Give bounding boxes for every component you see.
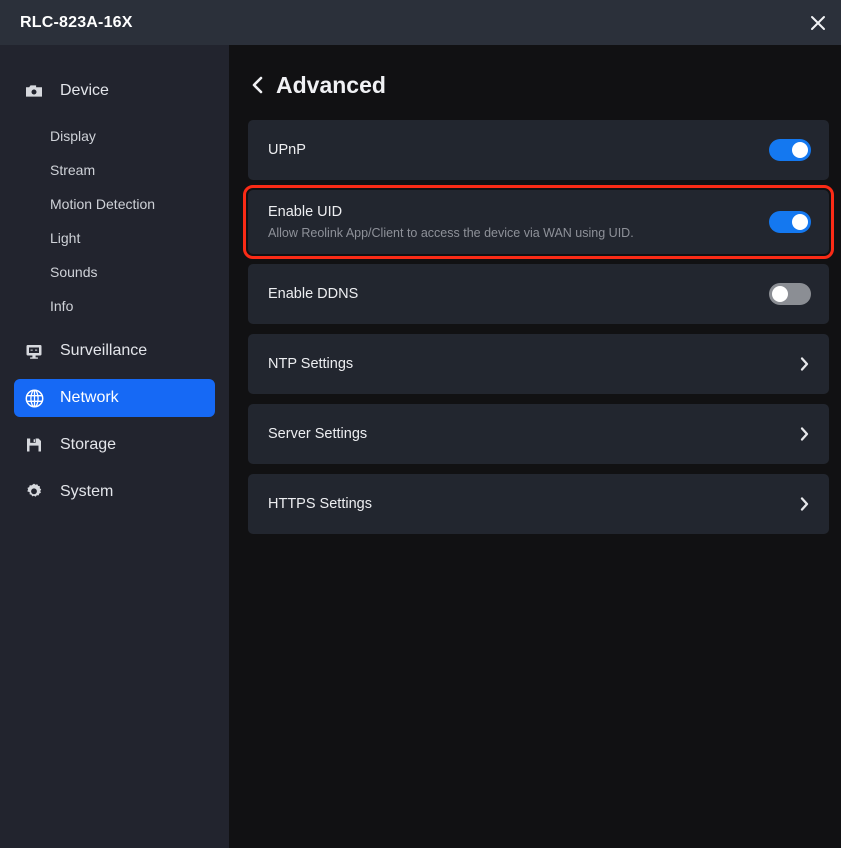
chevron-right-icon[interactable]: [797, 356, 811, 372]
sidebar-group-storage: Storage: [0, 426, 229, 464]
sidebar-item-storage[interactable]: Storage: [14, 426, 215, 464]
sidebar-item-network[interactable]: Network: [14, 379, 215, 417]
chevron-right-icon[interactable]: [797, 426, 811, 442]
sidebar-nav: Device Display Stream Motion Detection Light…: [0, 72, 229, 511]
row-text-block: NTP Settings: [268, 356, 797, 372]
row-label: Enable UID: [268, 204, 343, 220]
settings-row-server-settings[interactable]: Server Settings: [248, 404, 829, 464]
sidebar-group-device: Device Display Stream Motion Detection Light…: [0, 72, 229, 323]
close-icon: [811, 15, 825, 30]
sidebar: Device Display Stream Motion Detection Light…: [0, 45, 229, 848]
page-title: Advanced: [276, 71, 386, 98]
sidebar-subitem-stream[interactable]: Stream: [0, 153, 229, 187]
main-content: Advanced UPnP Enable UID Allow Reolink App…: [229, 45, 841, 848]
sidebar-subitem-info[interactable]: Info: [0, 289, 229, 323]
toggle-switch[interactable]: [769, 283, 811, 305]
toggle-knob: [792, 142, 808, 158]
gear-icon: [22, 480, 46, 504]
toggle-switch[interactable]: [769, 211, 811, 233]
sidebar-subitem-motion-detection[interactable]: Motion Detection: [0, 187, 229, 221]
settings-row-upnp[interactable]: UPnP: [248, 120, 829, 180]
toggle-knob: [792, 214, 808, 230]
sidebar-item-surveillance[interactable]: Surveillance: [14, 332, 215, 370]
sidebar-subitem-display[interactable]: Display: [0, 119, 229, 153]
sidebar-item-label: Device: [60, 82, 109, 99]
sidebar-item-label: Surveillance: [60, 342, 148, 359]
row-text-block: HTTPS Settings: [268, 496, 797, 512]
row-label: UPnP: [268, 142, 306, 158]
app-window: RLC-823A-16X Device Display Stream Motion D…: [0, 0, 841, 848]
toggle-knob: [772, 286, 788, 302]
row-description: Allow Reolink App/Client to access the d…: [268, 226, 634, 240]
back-to-network-header[interactable]: Advanced: [248, 65, 428, 105]
settings-row-enable-uid[interactable]: Enable UID Allow Reolink App/Client to ac…: [243, 185, 834, 259]
settings-list: UPnP Enable UID Allow Reolink App/Client t…: [229, 120, 841, 534]
sidebar-group-surveillance: Surveillance: [0, 332, 229, 370]
row-text-block: Enable UID Allow Reolink App/Client to ac…: [268, 204, 769, 240]
row-label: Enable DDNS: [268, 286, 359, 302]
sidebar-item-system[interactable]: System: [14, 473, 215, 511]
toggle-switch[interactable]: [769, 139, 811, 161]
camera-icon: [22, 79, 46, 103]
row-text-block: Server Settings: [268, 426, 797, 442]
settings-row-ntp-settings[interactable]: NTP Settings: [248, 334, 829, 394]
sidebar-item-label: Network: [60, 389, 119, 406]
settings-row-https-settings[interactable]: HTTPS Settings: [248, 474, 829, 534]
sidebar-group-system: System: [0, 473, 229, 511]
sidebar-subitem-light[interactable]: Light: [0, 221, 229, 255]
sidebar-item-device[interactable]: Device: [14, 72, 215, 110]
globe-icon: [22, 386, 46, 410]
sidebar-item-label: Storage: [60, 436, 117, 453]
sidebar-subitem-sounds[interactable]: Sounds: [0, 255, 229, 289]
save-disk-icon: [22, 433, 46, 457]
back-chevron-icon[interactable]: [248, 74, 266, 96]
row-label: HTTPS Settings: [268, 496, 372, 512]
row-label: Server Settings: [268, 426, 368, 442]
sidebar-group-network: Network: [0, 379, 229, 417]
monitor-icon: [22, 339, 46, 363]
title-bar: RLC-823A-16X: [0, 0, 841, 45]
chevron-right-icon[interactable]: [797, 496, 811, 512]
row-label: NTP Settings: [268, 356, 354, 372]
row-text-block: UPnP: [268, 142, 769, 158]
sidebar-item-label: System: [60, 483, 114, 500]
row-text-block: Enable DDNS: [268, 286, 769, 302]
close-button[interactable]: [795, 0, 841, 45]
settings-row-enable-ddns[interactable]: Enable DDNS: [248, 264, 829, 324]
window-title: RLC-823A-16X: [20, 13, 133, 31]
